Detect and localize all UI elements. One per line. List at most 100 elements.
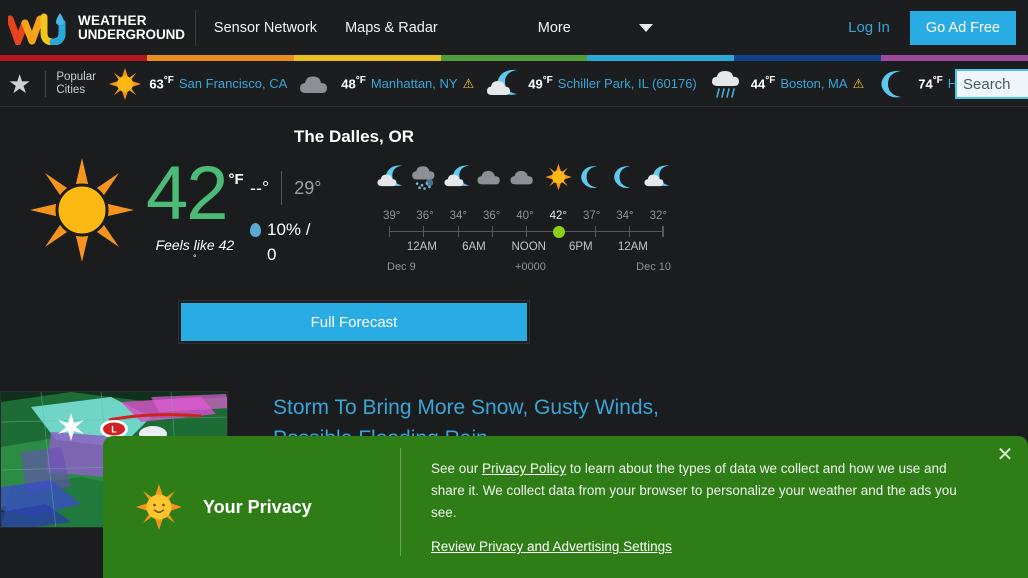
city-temperature: 49°F xyxy=(528,75,553,92)
hourly-time-label: 6PM xyxy=(568,241,593,253)
city-item[interactable]: 49°F Schiller Park, IL (60176) xyxy=(484,67,697,101)
privacy-banner-title: Your Privacy xyxy=(203,496,312,517)
cloudy-icon xyxy=(297,67,337,101)
hourly-time-label: 6AM xyxy=(462,241,486,253)
privacy-banner-content: See our Privacy Policy to learn about th… xyxy=(401,436,961,556)
nav-sensor-network[interactable]: Sensor Network xyxy=(214,20,317,36)
temperature-unit: °F xyxy=(228,171,244,188)
privacy-policy-link[interactable]: Privacy Policy xyxy=(482,461,566,476)
login-button[interactable]: Log In xyxy=(848,19,890,36)
alert-icon[interactable]: ⚠ xyxy=(853,76,865,92)
hourly-time-labels: 12AM 6AM NOON 6PM 12AM xyxy=(375,241,675,257)
city-list: 63°F San Francisco, CA 48°F Manhattan, NY ⚠ 4… xyxy=(95,67,1020,101)
date-left: Dec 9 xyxy=(387,261,416,273)
hourly-forecast: 39° 36° 34° 36° 40° 42° 37° 34° 32° 12AM 6AM NOON 6… xyxy=(375,160,675,275)
sunny-icon xyxy=(105,67,145,101)
axis-tick xyxy=(491,226,493,237)
brand-line-2: UNDERGROUND xyxy=(78,26,185,42)
hourly-temperature: 34° xyxy=(616,210,634,222)
hourly-temperature: 39° xyxy=(382,210,401,222)
partly-cloudy-night-icon xyxy=(642,160,675,204)
high-low-divider xyxy=(281,171,283,205)
partly-cloudy-night-icon xyxy=(375,160,408,204)
axis-tick xyxy=(628,226,630,237)
hourly-temperature: 32° xyxy=(649,210,667,222)
rain-icon xyxy=(707,67,747,101)
popular-cities-line-1: Popular xyxy=(56,70,96,83)
hourly-time-label: 12AM xyxy=(617,241,648,253)
low-temperature: 29° xyxy=(294,177,322,198)
feels-like-degree: ° xyxy=(193,253,197,263)
full-forecast-button[interactable]: Full Forecast xyxy=(181,303,527,341)
hourly-axis xyxy=(375,225,675,239)
precipitation: 10% / 0 xyxy=(250,217,322,267)
smiling-sun-icon xyxy=(135,483,183,531)
hourly-time-label: NOON xyxy=(511,241,546,253)
chevron-down-icon xyxy=(638,23,653,32)
hourly-temperature: 34° xyxy=(449,210,468,222)
hourly-temperature: 36° xyxy=(416,210,434,222)
axis-tick xyxy=(389,226,390,237)
nav-maps-radar[interactable]: Maps & Radar xyxy=(345,20,438,36)
current-temperature: 42 xyxy=(146,151,229,236)
clear-night-icon xyxy=(608,160,641,204)
clear-night-icon xyxy=(874,67,914,101)
cloudy-icon xyxy=(475,160,508,204)
now-marker xyxy=(552,226,565,238)
water-drop-icon xyxy=(250,223,261,237)
popular-cities-line-2: Cities xyxy=(56,83,86,96)
axis-tick xyxy=(457,226,459,237)
brand-logo[interactable]: WEATHER UNDERGROUND xyxy=(0,11,185,51)
wu-logo-icon xyxy=(6,11,70,51)
hourly-temperature: 36° xyxy=(482,210,501,222)
nav-more[interactable]: More xyxy=(538,20,653,36)
search-input[interactable] xyxy=(955,69,1028,99)
axis-tick xyxy=(526,226,527,237)
star-icon[interactable]: ★ xyxy=(8,71,31,97)
nav-more-label: More xyxy=(537,19,571,36)
city-name: Schiller Park, IL (60176) xyxy=(557,76,697,91)
hourly-temperatures: 39° 36° 34° 36° 40° 42° 37° 34° 32° xyxy=(375,210,675,222)
high-low: --° 29° xyxy=(250,171,321,205)
header-actions: Log In Go Ad Free xyxy=(848,0,1016,55)
privacy-banner-left: Your Privacy xyxy=(103,436,400,578)
review-privacy-settings-link[interactable]: Review Privacy and Advertising Settings xyxy=(431,539,672,554)
site-header: WEATHER UNDERGROUND Sensor Network Maps … xyxy=(0,0,1028,55)
current-conditions-main: 42 °F Feels like 42 ° xyxy=(22,155,244,265)
page-root: WEATHER UNDERGROUND Sensor Network Maps … xyxy=(0,0,1028,578)
snow-icon xyxy=(408,160,441,204)
page-title: The Dalles, OR xyxy=(294,127,414,146)
timezone-label: +0000 xyxy=(515,261,546,273)
city-temperature: 44°F xyxy=(750,75,776,92)
axis-tick xyxy=(423,226,425,237)
hourly-dates: Dec 9 +0000 Dec 10 xyxy=(375,261,675,275)
partly-cloudy-night-icon xyxy=(442,160,475,204)
popular-cities-bar: ★ Popular Cities 63°F San Francisco, CA 48… xyxy=(0,61,1028,107)
city-temperature: 74°F xyxy=(918,75,943,92)
close-icon[interactable]: ✕ xyxy=(992,442,1018,468)
city-item[interactable]: 63°F San Francisco, CA xyxy=(105,67,287,101)
go-ad-free-button[interactable]: Go Ad Free xyxy=(909,10,1016,45)
hourly-temperature: 42° xyxy=(549,210,567,222)
hourly-icons xyxy=(375,160,675,206)
sunny-icon xyxy=(542,160,575,204)
city-item[interactable]: 48°F Manhattan, NY ⚠ xyxy=(297,67,474,101)
header-divider xyxy=(194,9,196,46)
temperature-block: 42 °F Feels like 42 ° xyxy=(146,151,244,264)
precipitation-value: 10% / 0 xyxy=(267,220,311,264)
popular-cities-label: Popular Cities xyxy=(45,70,96,97)
city-name: Manhattan, NY xyxy=(370,76,458,91)
full-forecast-wrap: Full Forecast xyxy=(178,300,530,344)
axis-tick xyxy=(663,226,664,237)
city-item[interactable]: 44°F Boston, MA ⚠ xyxy=(707,67,864,101)
partly-cloudy-night-icon xyxy=(484,67,524,101)
city-name: Boston, MA xyxy=(780,76,848,91)
alert-icon[interactable]: ⚠ xyxy=(463,76,475,92)
privacy-banner-body: See our Privacy Policy to learn about th… xyxy=(431,458,961,524)
high-temperature: --° xyxy=(250,177,270,198)
hourly-temperature: 37° xyxy=(582,210,601,222)
city-name: San Francisco, CA xyxy=(178,76,288,91)
city-temperature: 48°F xyxy=(341,75,366,92)
city-temperature: 63°F xyxy=(149,75,174,92)
hourly-temperature: 40° xyxy=(516,210,534,222)
